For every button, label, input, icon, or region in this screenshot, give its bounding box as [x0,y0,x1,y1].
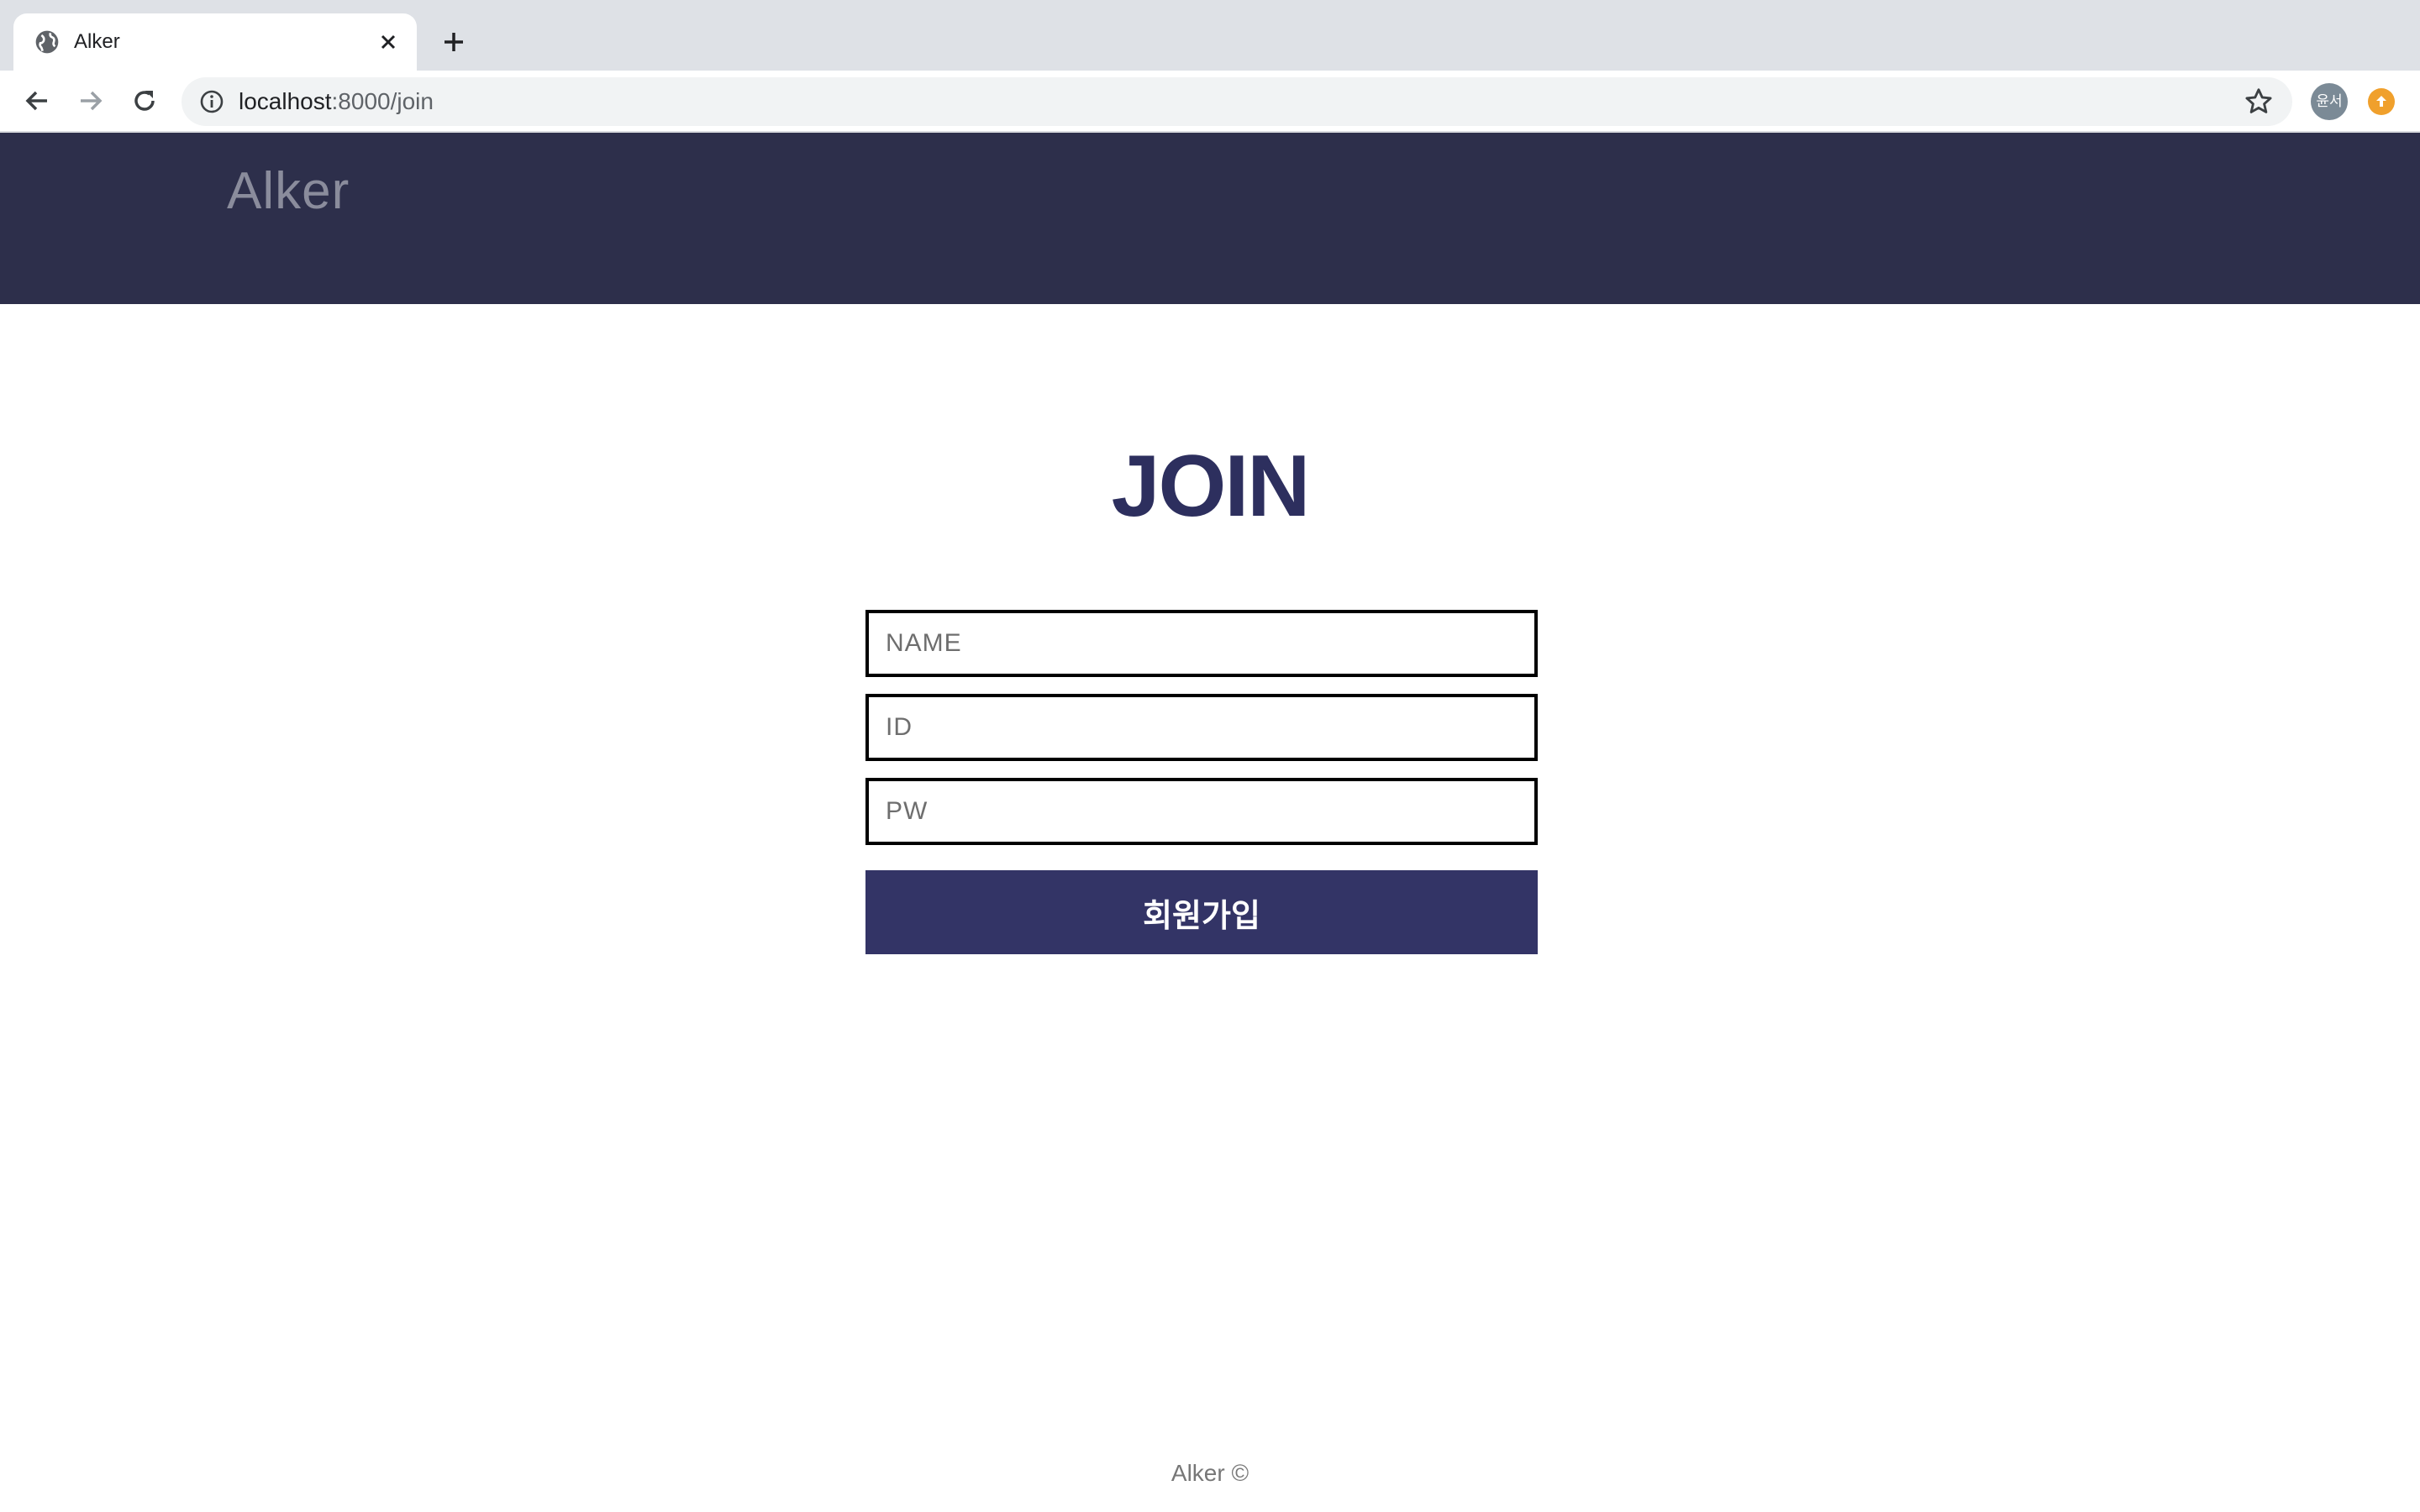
new-tab-plus-icon[interactable] [434,22,474,62]
page-title: JOIN [1111,438,1311,535]
browser-tabstrip: Alker [0,0,2420,71]
reload-icon[interactable] [124,81,165,121]
tab-title: Alker [74,30,120,53]
info-icon[interactable] [198,88,225,115]
signup-button[interactable]: 회원가입 [865,870,1538,954]
footer-text: Alker © [1171,1460,1249,1486]
bookmark-star-icon[interactable] [2244,87,2274,117]
password-field[interactable] [865,778,1538,845]
id-field[interactable] [865,694,1538,761]
browser-tab[interactable]: Alker [13,13,417,71]
browser-toolbar: localhost:8000/join 윤서 [0,71,2420,133]
url-path: :8000/join [331,88,434,114]
forward-arrow-icon[interactable] [71,81,111,121]
name-field[interactable] [865,610,1538,677]
back-arrow-icon[interactable] [17,81,57,121]
url-host: localhost [239,88,332,114]
profile-avatar[interactable]: 윤서 [2311,83,2348,120]
site-header: Alker [0,133,2420,304]
extension-icon[interactable] [2368,88,2395,115]
url-text[interactable]: localhost:8000/join [239,77,434,126]
globe-icon [35,30,59,54]
address-bar[interactable]: localhost:8000/join [182,77,2292,126]
site-logo[interactable]: Alker [227,161,350,221]
close-tab-icon[interactable] [375,29,402,55]
